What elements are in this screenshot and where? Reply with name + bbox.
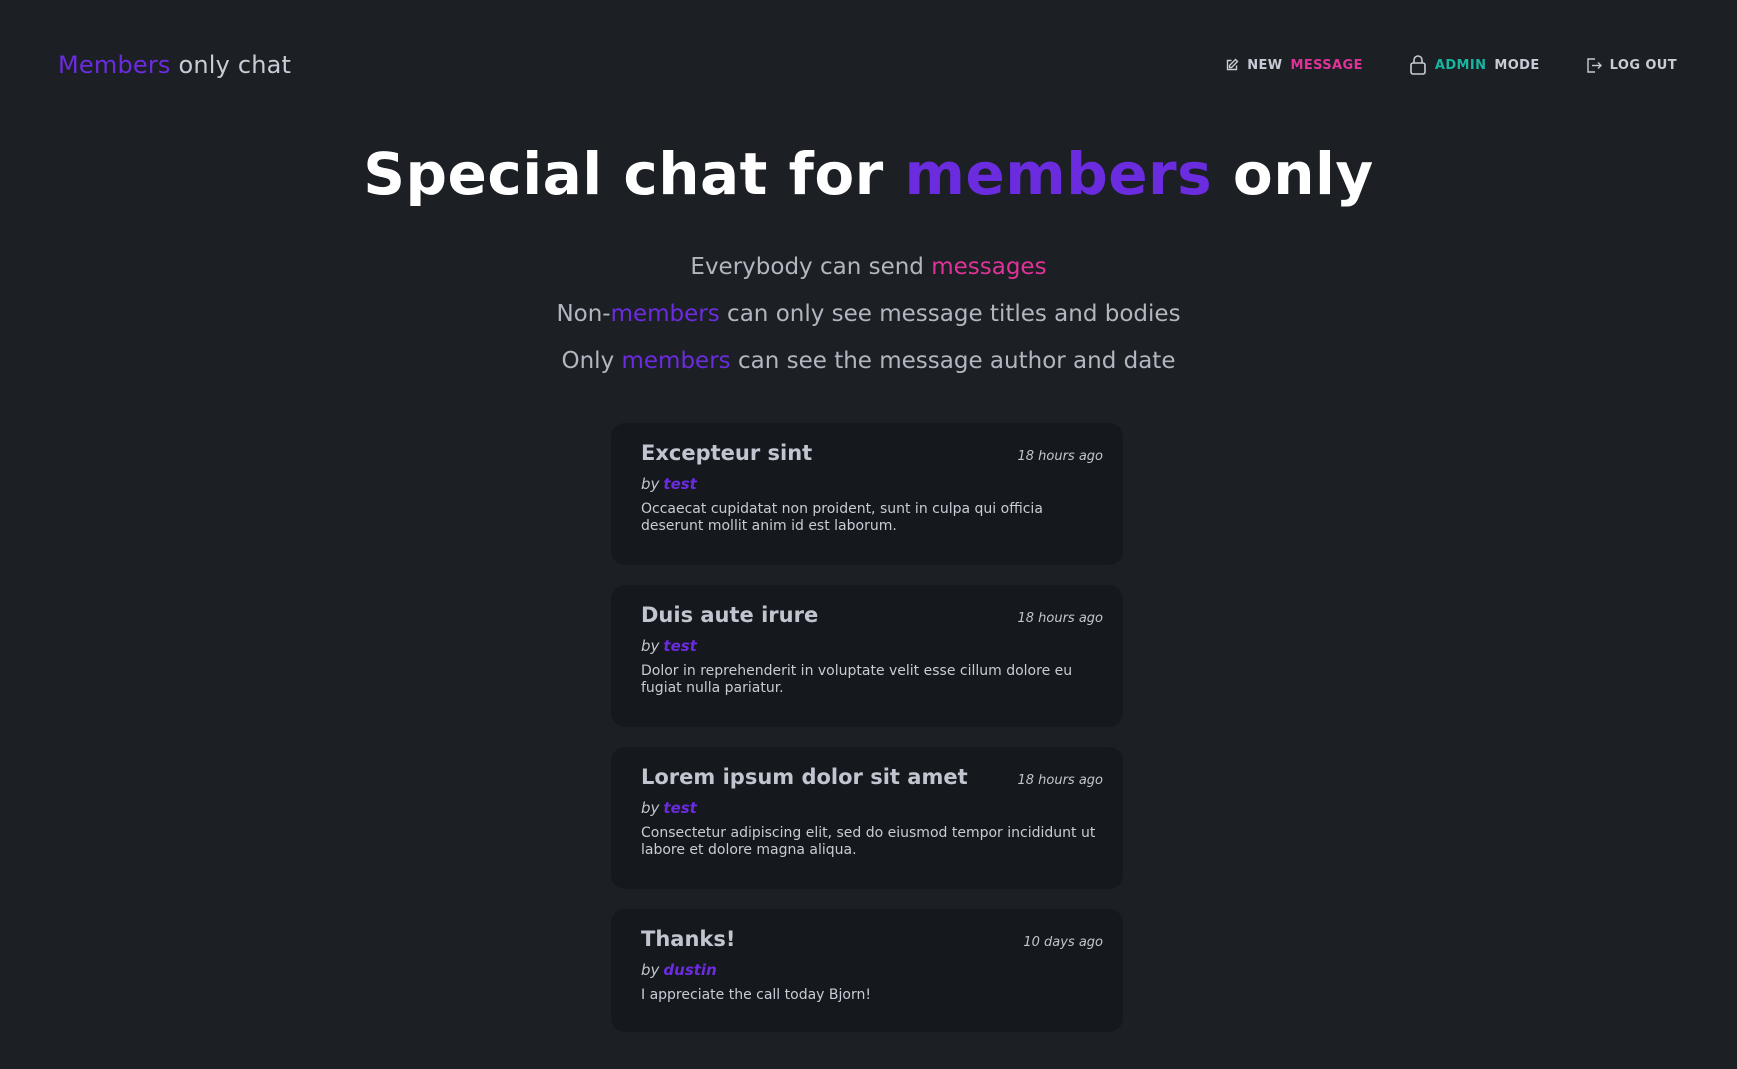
message-title: Duis aute irure (641, 603, 819, 627)
byline-prefix: by (641, 637, 660, 655)
message-title: Excepteur sint (641, 441, 813, 465)
logout-label: LOG OUT (1609, 57, 1677, 73)
brand-rest-text: only chat (170, 51, 292, 79)
message-card: Thanks! 10 days ago by dustin I appreciat… (611, 909, 1123, 1032)
message-list: Excepteur sint 18 hours ago by test Occae… (611, 423, 1123, 1032)
message-header: Lorem ipsum dolor sit amet 18 hours ago (641, 765, 1103, 789)
admin-mode-label-admin: ADMIN (1434, 57, 1487, 73)
subtitle-1-accent: messages (931, 254, 1047, 280)
message-byline: by test (641, 475, 1103, 493)
admin-mode-label-mode: MODE (1494, 57, 1540, 73)
message-card: Lorem ipsum dolor sit amet 18 hours ago … (611, 747, 1123, 889)
message-body: Occaecat cupidatat non proident, sunt in… (641, 501, 1043, 534)
message-body: Dolor in reprehenderit in voluptate veli… (641, 663, 1073, 696)
hero-title: Special chat for members only (0, 138, 1737, 210)
message-byline: by test (641, 799, 1103, 817)
subtitle-line-1: Everybody can send messages (0, 252, 1737, 282)
message-author: test (663, 475, 697, 493)
subtitle-3-post: can see the message author and date (730, 348, 1176, 374)
top-header: Members only chat NEW MESSAGE ADMIN MODE… (0, 0, 1737, 130)
new-message-label-message: MESSAGE (1290, 57, 1363, 73)
hero-title-accent: members (904, 140, 1213, 208)
page: Members only chat NEW MESSAGE ADMIN MODE… (0, 0, 1737, 1069)
message-body: Consectetur adipiscing elit, sed do eius… (641, 825, 1096, 858)
admin-mode-link[interactable]: ADMIN MODE (1409, 54, 1540, 76)
brand-logo-link[interactable]: Members only chat (58, 51, 291, 79)
message-time: 18 hours ago (1017, 449, 1103, 464)
subtitle-line-3: Only members can see the message author … (0, 346, 1737, 376)
hero-title-post: only (1212, 140, 1374, 208)
subtitle-2-pre: Non- (556, 301, 611, 327)
logout-link[interactable]: LOG OUT (1586, 57, 1677, 74)
subtitle-1-pre: Everybody can send (690, 254, 932, 280)
message-card: Duis aute irure 18 hours ago by test Dolo… (611, 585, 1123, 727)
message-header: Thanks! 10 days ago (641, 927, 1103, 951)
subtitle-3-pre: Only (561, 348, 622, 374)
message-header: Excepteur sint 18 hours ago (641, 441, 1103, 465)
message-author: dustin (663, 961, 717, 979)
subtitle-3-accent: members (621, 348, 731, 374)
message-author: test (663, 637, 697, 655)
byline-prefix: by (641, 961, 660, 979)
message-byline: by dustin (641, 961, 1103, 979)
message-time: 18 hours ago (1017, 611, 1103, 626)
message-body: I appreciate the call today Bjorn! (641, 987, 871, 1003)
hero-title-pre: Special chat for (363, 140, 905, 208)
subtitle-2-accent: members (610, 301, 720, 327)
edit-icon (1225, 58, 1239, 72)
top-nav: NEW MESSAGE ADMIN MODE LOG OUT (1225, 54, 1677, 76)
new-message-label-new: NEW (1247, 57, 1283, 73)
byline-prefix: by (641, 475, 660, 493)
byline-prefix: by (641, 799, 660, 817)
message-time: 18 hours ago (1017, 773, 1103, 788)
message-header: Duis aute irure 18 hours ago (641, 603, 1103, 627)
message-author: test (663, 799, 697, 817)
subtitle-line-2: Non-members can only see message titles … (0, 299, 1737, 329)
new-message-link[interactable]: NEW MESSAGE (1225, 58, 1363, 73)
message-title: Thanks! (641, 927, 736, 951)
message-title: Lorem ipsum dolor sit amet (641, 765, 968, 789)
message-time: 10 days ago (1023, 935, 1103, 950)
brand-accent-text: Members (58, 51, 171, 79)
subtitle-2-post: can only see message titles and bodies (719, 301, 1181, 327)
logout-icon (1586, 57, 1602, 74)
lock-icon (1409, 54, 1427, 76)
message-byline: by test (641, 637, 1103, 655)
message-card: Excepteur sint 18 hours ago by test Occae… (611, 423, 1123, 565)
